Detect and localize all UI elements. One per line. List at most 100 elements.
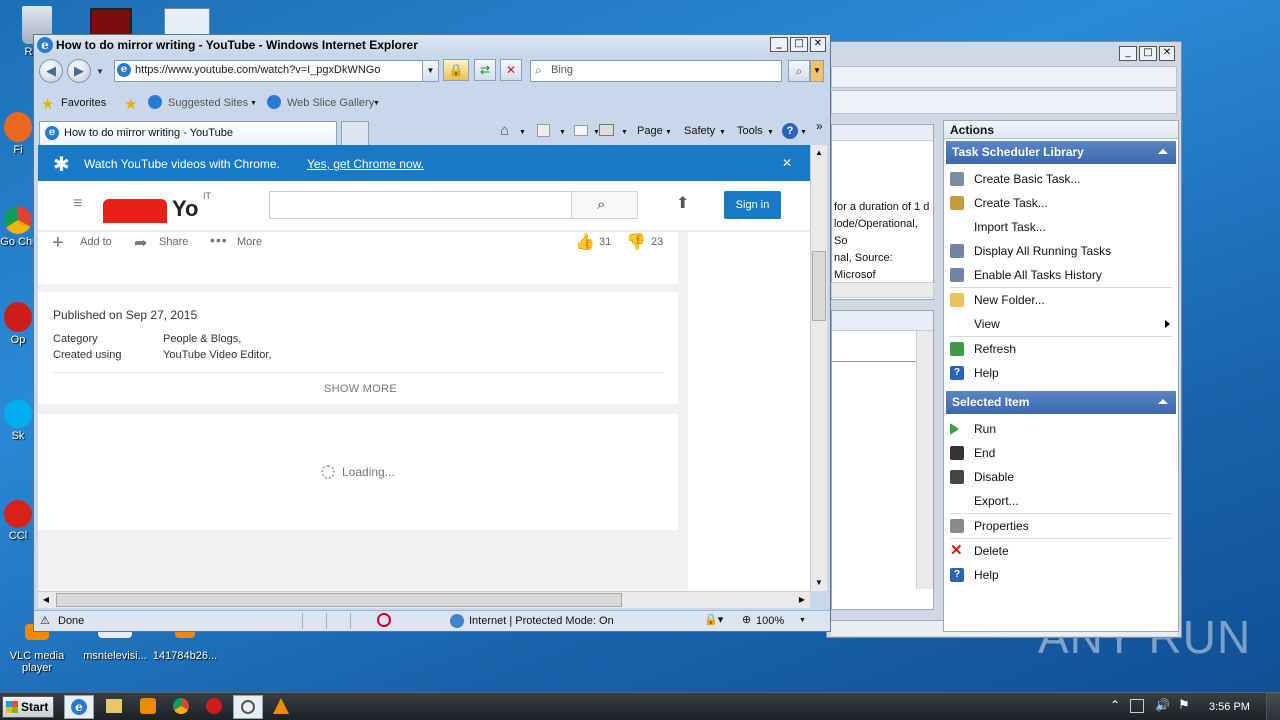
show-more-button[interactable]: SHOW MORE bbox=[324, 383, 397, 395]
back-button[interactable]: ◀ bbox=[39, 59, 63, 83]
action-item[interactable]: Disable bbox=[944, 465, 1178, 489]
favorites-button[interactable]: Favorites bbox=[61, 97, 106, 109]
mail-icon[interactable] bbox=[574, 125, 588, 136]
scroll-thumb[interactable] bbox=[812, 251, 826, 321]
upload-icon[interactable]: ⬆ bbox=[676, 193, 689, 213]
tab-youtube[interactable]: e How to do mirror writing - YouTube bbox=[39, 121, 337, 145]
chevron-down-icon[interactable]: ▼ bbox=[799, 617, 806, 624]
stop-button[interactable]: ✕ bbox=[500, 59, 522, 81]
address-bar[interactable]: e https://www.youtube.com/watch?v=I_pgxD… bbox=[114, 60, 439, 82]
address-dropdown-button[interactable]: ▼ bbox=[422, 60, 439, 82]
tools-menu[interactable]: Tools bbox=[737, 125, 763, 137]
scroll-down-icon[interactable]: ▼ bbox=[811, 575, 827, 591]
youtube-logo-icon[interactable] bbox=[103, 199, 167, 223]
action-item[interactable]: Display All Running Tasks bbox=[944, 239, 1178, 263]
page-menu[interactable]: Page bbox=[637, 125, 663, 137]
chevron-down-icon[interactable]: ▼ bbox=[250, 100, 257, 107]
task-scheduler-window[interactable]: _ □ ✕ for a duration of 1 d lode/Operati… bbox=[826, 41, 1182, 638]
action-item[interactable]: ? Help bbox=[944, 563, 1178, 587]
add-to-button[interactable]: Add to bbox=[80, 236, 112, 248]
youtube-search-button[interactable]: ⌕ bbox=[571, 191, 638, 219]
desktop-icon-ccleaner[interactable]: CCl bbox=[0, 500, 36, 542]
more-button[interactable]: More bbox=[237, 236, 262, 248]
ie-window[interactable]: e How to do mirror writing - YouTube - W… bbox=[33, 34, 831, 632]
chevron-down-icon[interactable]: ▼ bbox=[719, 129, 726, 136]
action-item[interactable]: Create Basic Task... bbox=[944, 167, 1178, 191]
lock-icon[interactable]: 🔒 bbox=[443, 59, 469, 81]
web-slice-gallery-link[interactable]: Web Slice Gallery bbox=[287, 97, 374, 109]
taskbar-chrome-icon[interactable] bbox=[173, 698, 189, 714]
action-item[interactable]: ✕ Delete bbox=[944, 539, 1178, 563]
taskbar-task-scheduler-button[interactable] bbox=[233, 695, 263, 719]
refresh-button[interactable]: ⇄ bbox=[474, 59, 496, 81]
action-item[interactable]: ? Help bbox=[944, 361, 1178, 385]
protected-mode-icon[interactable]: 🔒▾ bbox=[704, 613, 723, 626]
action-item[interactable]: View bbox=[944, 312, 1178, 336]
desktop-icon-chrome[interactable]: Go Chr bbox=[0, 206, 36, 248]
scroll-right-icon[interactable]: ▶ bbox=[794, 592, 810, 608]
action-item[interactable]: Refresh bbox=[944, 337, 1178, 361]
new-tab-button[interactable] bbox=[341, 121, 369, 145]
youtube-search-input[interactable] bbox=[269, 191, 572, 219]
actions-section-header[interactable]: Selected Item bbox=[946, 391, 1176, 414]
share-button[interactable]: Share bbox=[159, 236, 188, 248]
maximize-button[interactable]: □ bbox=[1139, 46, 1157, 61]
action-item[interactable]: New Folder... bbox=[944, 288, 1178, 312]
horizontal-scrollbar[interactable]: ◀ ▶ bbox=[38, 591, 810, 608]
share-icon[interactable]: ➦ bbox=[134, 233, 147, 253]
clock-time[interactable]: 3:56 PM bbox=[1209, 701, 1250, 713]
pdf-app-icon[interactable] bbox=[90, 8, 132, 36]
dislike-icon[interactable]: 👎 bbox=[626, 232, 646, 252]
history-vscroll[interactable] bbox=[916, 331, 933, 589]
close-button[interactable]: ✕ bbox=[810, 37, 826, 52]
minimize-button[interactable]: _ bbox=[1119, 46, 1137, 61]
sign-in-button[interactable]: Sign in bbox=[724, 191, 781, 219]
action-item[interactable]: End bbox=[944, 441, 1178, 465]
action-item[interactable]: Run bbox=[944, 417, 1178, 441]
desktop-icon-opera[interactable]: Op bbox=[0, 302, 36, 346]
history-dropdown-icon[interactable]: ▼ bbox=[96, 67, 104, 76]
maximize-button[interactable]: □ bbox=[790, 37, 808, 52]
word-document-icon[interactable] bbox=[164, 8, 210, 36]
action-item[interactable]: Export... bbox=[944, 489, 1178, 513]
add-icon[interactable]: + bbox=[52, 232, 64, 255]
search-input[interactable]: ⌕ Bing bbox=[530, 60, 782, 82]
details-scrollbar[interactable] bbox=[831, 282, 934, 298]
scroll-left-icon[interactable]: ◀ bbox=[38, 592, 54, 608]
forward-button[interactable]: ▶ bbox=[67, 59, 91, 83]
home-icon[interactable]: ⌂ bbox=[500, 122, 509, 139]
chevron-down-icon[interactable]: ▼ bbox=[665, 129, 672, 136]
taskbar-ie-button[interactable]: e bbox=[64, 695, 94, 719]
action-item[interactable]: Enable All Tasks History bbox=[944, 263, 1178, 287]
created-using-value[interactable]: YouTube Video Editor, bbox=[163, 349, 271, 361]
chevron-down-icon[interactable]: ▼ bbox=[559, 129, 566, 136]
action-item[interactable]: Properties bbox=[944, 514, 1178, 538]
chevron-down-icon[interactable]: ▼ bbox=[519, 129, 526, 136]
vertical-scrollbar[interactable]: ▲ ▼ bbox=[810, 145, 827, 591]
action-center-flag-icon[interactable]: ⚑ bbox=[1178, 697, 1190, 713]
popup-blocker-icon[interactable] bbox=[377, 613, 391, 627]
category-value[interactable]: People & Blogs, bbox=[163, 333, 241, 345]
search-button[interactable]: ⌕ bbox=[788, 60, 810, 82]
suggested-sites-link[interactable]: Suggested Sites bbox=[168, 97, 248, 109]
taskbar-opera-icon[interactable] bbox=[206, 698, 222, 714]
volume-icon[interactable]: 🔊 bbox=[1155, 698, 1170, 712]
action-item[interactable]: Import Task... bbox=[944, 215, 1178, 239]
chevron-down-icon[interactable]: ▼ bbox=[621, 129, 628, 136]
collapse-caret-icon[interactable] bbox=[1158, 149, 1168, 154]
more-icon[interactable]: ••• bbox=[210, 232, 228, 248]
actions-section-header[interactable]: Task Scheduler Library bbox=[946, 141, 1176, 164]
add-favorite-icon[interactable]: ★ bbox=[124, 95, 137, 113]
print-icon[interactable] bbox=[599, 124, 614, 136]
close-icon[interactable]: ✕ bbox=[782, 156, 792, 170]
chevron-down-icon[interactable]: ▼ bbox=[800, 129, 807, 136]
safety-menu[interactable]: Safety bbox=[684, 125, 715, 137]
taskbar-media-player-icon[interactable] bbox=[140, 698, 156, 714]
action-item[interactable]: Create Task... bbox=[944, 191, 1178, 215]
zoom-level[interactable]: 100% bbox=[756, 615, 784, 627]
more-commands-icon[interactable]: » bbox=[816, 119, 823, 133]
zoom-icon[interactable]: ⊕ bbox=[742, 613, 751, 626]
like-icon[interactable]: 👍 bbox=[575, 232, 595, 252]
collapse-caret-icon[interactable] bbox=[1158, 399, 1168, 404]
favorites-star-icon[interactable]: ★ bbox=[41, 95, 54, 113]
